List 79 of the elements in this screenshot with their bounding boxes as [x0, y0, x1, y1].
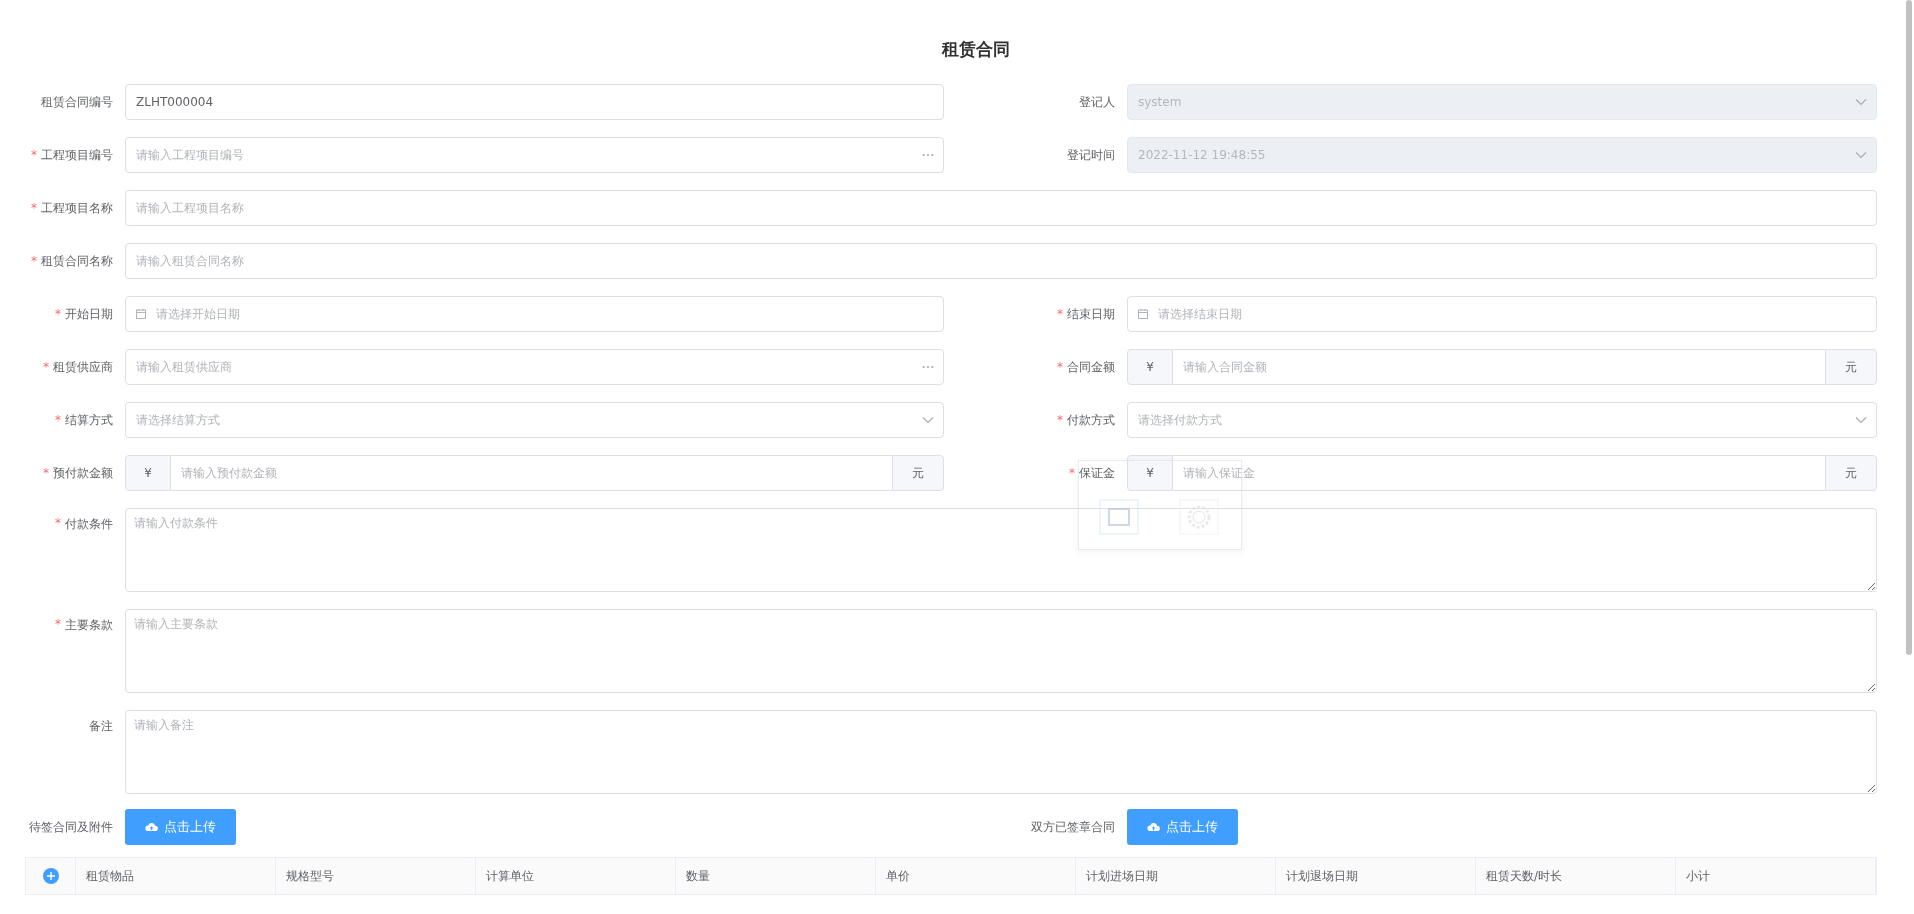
calendar-icon: [135, 308, 147, 320]
amount-field[interactable]: 请输入合同金额: [1173, 349, 1825, 385]
unit-suffix: 元: [1825, 349, 1877, 385]
scrollbar[interactable]: [1906, 0, 1912, 655]
cloud-upload-icon: [1147, 822, 1160, 832]
date-field[interactable]: 请选择结束日期: [1127, 296, 1877, 332]
field-label: 工程项目编号: [41, 146, 113, 164]
more-icon[interactable]: [922, 153, 934, 157]
chevron-down-icon[interactable]: [1855, 98, 1867, 106]
upload-label: 双方已签章合同: [1031, 818, 1115, 836]
add-row-icon[interactable]: [42, 868, 59, 884]
field-label: 结算方式: [65, 411, 113, 429]
required-mark: *: [55, 516, 61, 530]
chevron-down-icon[interactable]: [1855, 416, 1867, 424]
required-mark: *: [1057, 413, 1063, 427]
currency-prefix: ¥: [1127, 455, 1173, 491]
required-mark: *: [1069, 466, 1075, 480]
textarea-field[interactable]: 请输入主要条款: [125, 609, 1877, 693]
input-field[interactable]: 请输入工程项目编号: [125, 137, 944, 173]
field-label: 结束日期: [1067, 305, 1115, 323]
input-field[interactable]: 请输入租赁供应商: [125, 349, 944, 385]
textarea-field[interactable]: 请输入备注: [125, 710, 1877, 794]
required-mark: *: [55, 617, 61, 631]
column-header: 小计: [1676, 858, 1876, 894]
required-mark: *: [31, 254, 37, 268]
chevron-down-icon[interactable]: [922, 416, 934, 424]
field-label: 备注: [89, 718, 113, 735]
column-header: 规格型号: [276, 858, 476, 894]
gear-icon[interactable]: [1179, 499, 1219, 535]
required-mark: *: [55, 413, 61, 427]
amount-field[interactable]: 请输入预付款金额: [171, 455, 892, 491]
currency-prefix: ¥: [1127, 349, 1173, 385]
field-label: 登记时间: [1067, 146, 1115, 164]
field-label: 预付款金额: [53, 464, 113, 482]
field-label: 登记人: [1079, 93, 1115, 111]
field-label: 付款条件: [65, 516, 113, 533]
column-header: 计划进场日期: [1076, 858, 1276, 894]
column-header: 计划退场日期: [1276, 858, 1476, 894]
required-mark: *: [31, 201, 37, 215]
select-field[interactable]: 请选择结算方式: [125, 402, 944, 438]
cloud-upload-icon: [145, 822, 158, 832]
input-field[interactable]: ZLHT000004: [125, 84, 944, 120]
required-mark: *: [1057, 360, 1063, 374]
required-mark: *: [43, 360, 49, 374]
amount-field[interactable]: 请输入保证金: [1173, 455, 1825, 491]
field-label: 租赁供应商: [53, 358, 113, 376]
more-icon[interactable]: [922, 365, 934, 369]
field-label: 付款方式: [1067, 411, 1115, 429]
required-mark: *: [43, 466, 49, 480]
select-field[interactable]: 请选择付款方式: [1127, 402, 1877, 438]
upload-button[interactable]: 点击上传: [1127, 809, 1238, 845]
currency-prefix: ¥: [125, 455, 171, 491]
field-label: 租赁合同编号: [41, 93, 113, 111]
field-label: 合同金额: [1067, 358, 1115, 376]
column-header: 租赁物品: [76, 858, 276, 894]
required-mark: *: [31, 148, 37, 162]
required-mark: *: [1057, 307, 1063, 321]
field-label: 开始日期: [65, 305, 113, 323]
window-icon[interactable]: [1099, 499, 1139, 535]
input-field[interactable]: 请输入租赁合同名称: [125, 243, 1877, 279]
field-label: 租赁合同名称: [41, 252, 113, 270]
upload-label: 待签合同及附件: [29, 818, 113, 836]
calendar-icon: [1137, 308, 1149, 320]
unit-suffix: 元: [1825, 455, 1877, 491]
field-label: 保证金: [1079, 464, 1115, 482]
chevron-down-icon[interactable]: [1855, 151, 1867, 159]
input-field[interactable]: 请输入工程项目名称: [125, 190, 1877, 226]
form-title: 租赁合同: [940, 38, 1011, 61]
upload-button[interactable]: 点击上传: [125, 809, 236, 845]
column-header: 租赁天数/时长: [1476, 858, 1676, 894]
unit-suffix: 元: [892, 455, 944, 491]
column-header: 单价: [876, 858, 1076, 894]
field-label: 工程项目名称: [41, 199, 113, 217]
column-header: 数量: [676, 858, 876, 894]
date-field[interactable]: 请选择开始日期: [125, 296, 944, 332]
column-header: 计算单位: [476, 858, 676, 894]
field-label: 主要条款: [65, 617, 113, 634]
required-mark: *: [55, 307, 61, 321]
textarea-field[interactable]: 请输入付款条件: [125, 508, 1877, 592]
